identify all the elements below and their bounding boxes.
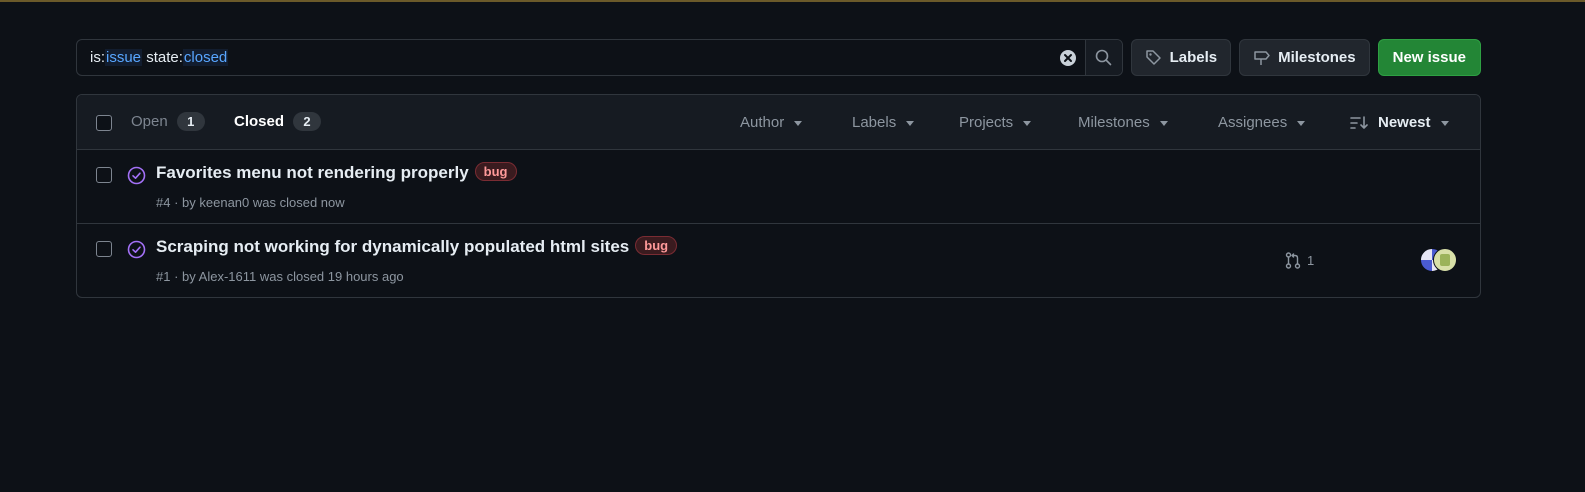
bug-label-badge[interactable]: bug xyxy=(635,236,678,255)
labels-button-label: Labels xyxy=(1169,49,1218,66)
closed-count-badge: 2 xyxy=(293,112,322,131)
issue-title: Favorites menu not rendering properly xyxy=(156,163,469,182)
search-query[interactable]: is:issue state:closed xyxy=(77,49,1052,66)
chevron-down-icon xyxy=(906,120,915,126)
issue-number: #1 xyxy=(156,269,171,284)
issues-toolbar: is:issue state:closed Labels Milestones xyxy=(76,39,1481,76)
assignees-filter[interactable]: Assignees xyxy=(1218,114,1306,131)
projects-filter-label: Projects xyxy=(959,114,1014,131)
tab-closed-label: Closed xyxy=(234,113,285,130)
clear-search-button[interactable] xyxy=(1052,40,1085,75)
sort-icon xyxy=(1350,115,1368,129)
chevron-down-icon xyxy=(1297,120,1306,126)
linked-pr-count: 1 xyxy=(1307,253,1315,268)
closed-issue-icon xyxy=(127,166,146,185)
clear-icon xyxy=(1060,49,1077,66)
linked-pull-requests[interactable]: 1 xyxy=(1285,252,1314,269)
milestones-filter-label: Milestones xyxy=(1078,114,1150,131)
issues-list-header: Open 1 Closed 2 Author Labels Projects M… xyxy=(77,95,1480,150)
author-filter[interactable]: Author xyxy=(740,114,803,131)
open-count-badge: 1 xyxy=(176,112,205,131)
select-all-checkbox[interactable] xyxy=(96,115,112,131)
chevron-down-icon xyxy=(1159,120,1168,126)
milestones-button-label: Milestones xyxy=(1278,49,1356,66)
labels-filter-label: Labels xyxy=(852,114,897,131)
labels-button[interactable]: Labels xyxy=(1130,39,1232,76)
tab-open[interactable]: Open 1 xyxy=(131,112,205,131)
sort-label: Newest xyxy=(1378,114,1431,131)
milestones-button[interactable]: Milestones xyxy=(1239,39,1370,76)
issue-row[interactable]: Scraping not working for dynamically pop… xyxy=(77,224,1480,297)
search-button[interactable] xyxy=(1084,40,1122,75)
tab-open-label: Open xyxy=(131,113,168,130)
issue-title-link[interactable]: Scraping not working for dynamically pop… xyxy=(156,236,678,257)
milestones-filter[interactable]: Milestones xyxy=(1078,114,1168,131)
issue-number: #4 xyxy=(156,195,171,210)
closed-issue-icon xyxy=(127,240,146,259)
assignees-filter-label: Assignees xyxy=(1218,114,1288,131)
milestone-icon xyxy=(1254,51,1270,65)
labels-filter[interactable]: Labels xyxy=(852,114,915,131)
chevron-down-icon xyxy=(794,120,803,126)
issue-checkbox[interactable] xyxy=(96,241,112,257)
new-issue-button-label: New issue xyxy=(1392,49,1466,66)
issue-meta: #1 · by Alex-1611 was closed 19 hours ag… xyxy=(156,269,404,284)
new-issue-button[interactable]: New issue xyxy=(1377,39,1481,76)
tab-closed[interactable]: Closed 2 xyxy=(234,112,322,131)
author-filter-label: Author xyxy=(740,114,785,131)
projects-filter[interactable]: Projects xyxy=(959,114,1032,131)
sort-dropdown[interactable]: Newest xyxy=(1350,114,1449,131)
chevron-down-icon xyxy=(1440,120,1449,126)
pull-request-icon xyxy=(1285,252,1301,269)
issue-checkbox[interactable] xyxy=(96,167,112,183)
issue-author-link[interactable]: keenan0 xyxy=(199,195,249,210)
search-input[interactable]: is:issue state:closed xyxy=(76,39,1123,76)
issue-row[interactable]: Favorites menu not rendering properly bug… xyxy=(77,150,1480,224)
issues-list: Open 1 Closed 2 Author Labels Projects M… xyxy=(76,94,1481,298)
avatar[interactable] xyxy=(1433,248,1457,272)
search-icon xyxy=(1095,49,1112,66)
issue-author-link[interactable]: Alex-1611 xyxy=(199,269,257,284)
chevron-down-icon xyxy=(1023,120,1032,126)
tag-icon xyxy=(1145,50,1161,65)
assignee-avatars[interactable] xyxy=(1420,248,1460,272)
issue-title: Scraping not working for dynamically pop… xyxy=(156,237,630,256)
issue-title-link[interactable]: Favorites menu not rendering properly bug xyxy=(156,162,517,183)
top-accent-line xyxy=(0,0,1585,2)
bug-label-badge[interactable]: bug xyxy=(474,162,517,181)
issue-meta: #4 · by keenan0 was closed now xyxy=(156,195,345,210)
